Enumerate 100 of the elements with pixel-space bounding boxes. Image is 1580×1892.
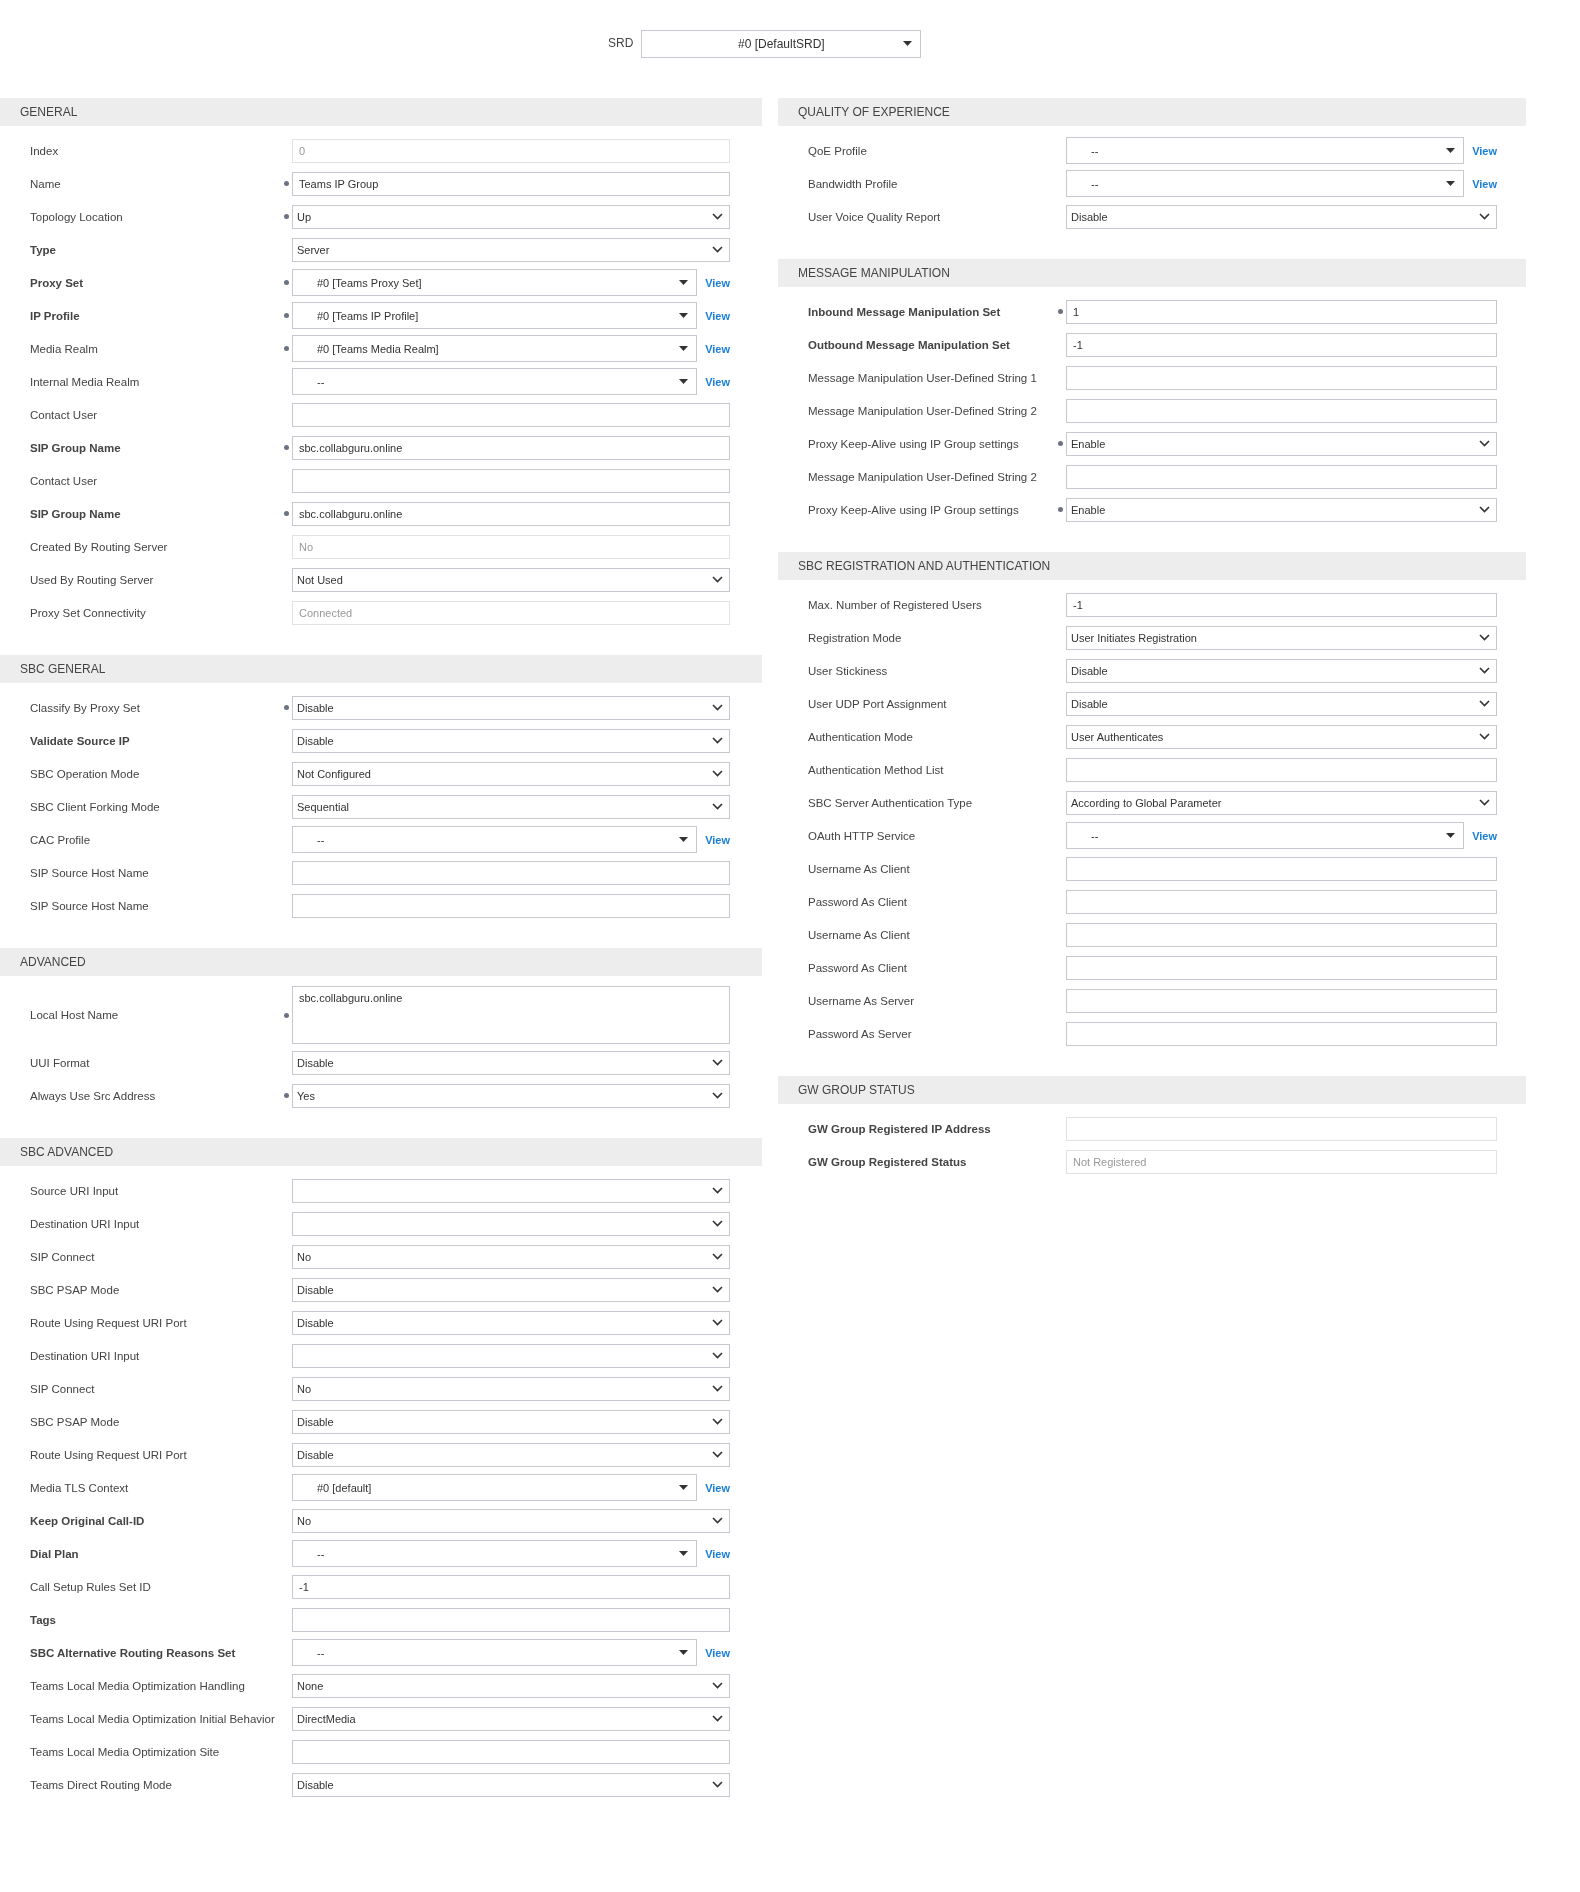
dropdown[interactable] (292, 1178, 730, 1203)
dropdown[interactable]: -- (1066, 822, 1465, 849)
dropdown[interactable]: -- (1066, 170, 1465, 197)
dropdown[interactable]: Enable (1066, 497, 1497, 522)
text-field[interactable]: -1 (1066, 592, 1497, 617)
dropdown[interactable]: -- (1066, 137, 1465, 164)
chevron-down-icon (712, 1682, 723, 1689)
view-link[interactable]: View (705, 375, 730, 388)
dropdown[interactable]: -- (292, 1540, 698, 1567)
dropdown[interactable]: Disable (1066, 204, 1497, 229)
dropdown[interactable]: Disable (292, 1409, 730, 1434)
chevron-down-icon (712, 1220, 723, 1227)
text-field[interactable] (1066, 1021, 1497, 1046)
text-field[interactable] (292, 1607, 730, 1632)
field-label: Message Manipulation User-Defined String 2 (808, 404, 1038, 417)
dropdown[interactable]: Disable (292, 728, 730, 753)
text-field[interactable] (292, 468, 730, 493)
text-field[interactable]: sbc.collabguru.online (292, 435, 730, 460)
field-label: SBC PSAP Mode (30, 1415, 121, 1428)
caret-down-icon (1446, 833, 1456, 838)
text-field[interactable]: -1 (292, 1574, 730, 1599)
text-field[interactable] (292, 860, 730, 885)
field-label: Registration Mode (808, 631, 903, 644)
text-field[interactable] (1066, 398, 1497, 423)
field-label: User Stickiness (808, 664, 889, 677)
chevron-down-icon (712, 246, 723, 253)
dropdown[interactable]: #0 [Teams IP Profile] (292, 302, 698, 329)
view-link[interactable]: View (1472, 177, 1497, 190)
view-link[interactable]: View (705, 342, 730, 355)
srd-label: SRD (608, 35, 634, 50)
dropdown[interactable]: #0 [Teams Media Realm] (292, 335, 698, 362)
view-link[interactable]: View (1472, 144, 1497, 157)
dropdown[interactable]: According to Global Parameter (1066, 790, 1497, 815)
dropdown[interactable]: Disable (292, 1772, 730, 1797)
dropdown[interactable]: Disable (292, 695, 730, 720)
text-field[interactable] (292, 402, 730, 427)
dropdown[interactable]: Server (292, 237, 730, 262)
text-field[interactable]: Teams IP Group (292, 171, 730, 196)
dropdown[interactable]: -- (292, 826, 698, 853)
text-field[interactable]: 1 (1066, 299, 1497, 324)
dropdown[interactable]: Sequential (292, 794, 730, 819)
dropdown[interactable]: User Initiates Registration (1066, 625, 1497, 650)
text-field[interactable] (1066, 922, 1497, 947)
field-label: Source URI Input (30, 1184, 120, 1197)
caret-down-icon (679, 1551, 689, 1556)
field-label: SBC Client Forking Mode (30, 800, 161, 813)
srd-dropdown[interactable]: #0 [DefaultSRD] (641, 30, 922, 58)
dropdown[interactable]: Disable (292, 1442, 730, 1467)
dropdown[interactable]: No (292, 1244, 730, 1269)
field-label: Media TLS Context (30, 1481, 130, 1494)
view-link[interactable]: View (705, 833, 730, 846)
text-field[interactable] (1066, 757, 1497, 782)
caret-down-icon (679, 346, 689, 351)
text-field[interactable] (1066, 889, 1497, 914)
field-label: Max. Number of Registered Users (808, 598, 983, 611)
text-area[interactable]: sbc.collabguru.online (292, 986, 730, 1044)
text-field[interactable] (1066, 365, 1497, 390)
dropdown[interactable]: User Authenticates (1066, 724, 1497, 749)
text-field[interactable] (1066, 955, 1497, 980)
dropdown[interactable]: None (292, 1673, 730, 1698)
dropdown[interactable]: No (292, 1508, 730, 1533)
caret-down-icon (679, 280, 689, 285)
dropdown[interactable]: #0 [default] (292, 1474, 698, 1501)
dropdown[interactable]: DirectMedia (292, 1706, 730, 1731)
view-link[interactable]: View (705, 1646, 730, 1659)
dropdown[interactable]: Disable (1066, 691, 1497, 716)
view-link[interactable]: View (705, 1547, 730, 1560)
dropdown[interactable]: Disable (1066, 658, 1497, 683)
dropdown[interactable]: Up (292, 204, 730, 229)
chevron-down-icon (1479, 667, 1490, 674)
dropdown[interactable]: Yes (292, 1083, 730, 1108)
dropdown[interactable]: Disable (292, 1310, 730, 1335)
dropdown[interactable]: Not Used (292, 567, 730, 592)
text-field[interactable] (292, 1739, 730, 1764)
dropdown[interactable]: Disable (292, 1277, 730, 1302)
field-label: SIP Source Host Name (30, 899, 150, 912)
text-field[interactable] (1066, 856, 1497, 881)
view-link[interactable]: View (705, 309, 730, 322)
text-field[interactable] (1066, 988, 1497, 1013)
text-field[interactable] (1066, 464, 1497, 489)
dropdown[interactable] (292, 1343, 730, 1368)
dropdown[interactable]: -- (292, 368, 698, 395)
view-link[interactable]: View (705, 276, 730, 289)
dropdown[interactable]: No (292, 1376, 730, 1401)
field-label: Teams Local Media Optimization Handling (30, 1679, 246, 1692)
view-link[interactable]: View (1472, 829, 1497, 842)
dropdown[interactable]: Disable (292, 1050, 730, 1075)
dropdown[interactable]: -- (292, 1639, 698, 1666)
dropdown[interactable]: Enable (1066, 431, 1497, 456)
chevron-down-icon (712, 770, 723, 777)
dropdown[interactable] (292, 1211, 730, 1236)
view-link[interactable]: View (705, 1481, 730, 1494)
dropdown[interactable]: Not Configured (292, 761, 730, 786)
chevron-down-icon (712, 1781, 723, 1788)
text-field[interactable]: sbc.collabguru.online (292, 501, 730, 526)
dropdown[interactable]: #0 [Teams Proxy Set] (292, 269, 698, 296)
field-label: Contact User (30, 408, 99, 421)
text-field[interactable]: -1 (1066, 332, 1497, 357)
text-field[interactable] (292, 893, 730, 918)
field-label: Classify By Proxy Set (30, 701, 141, 714)
